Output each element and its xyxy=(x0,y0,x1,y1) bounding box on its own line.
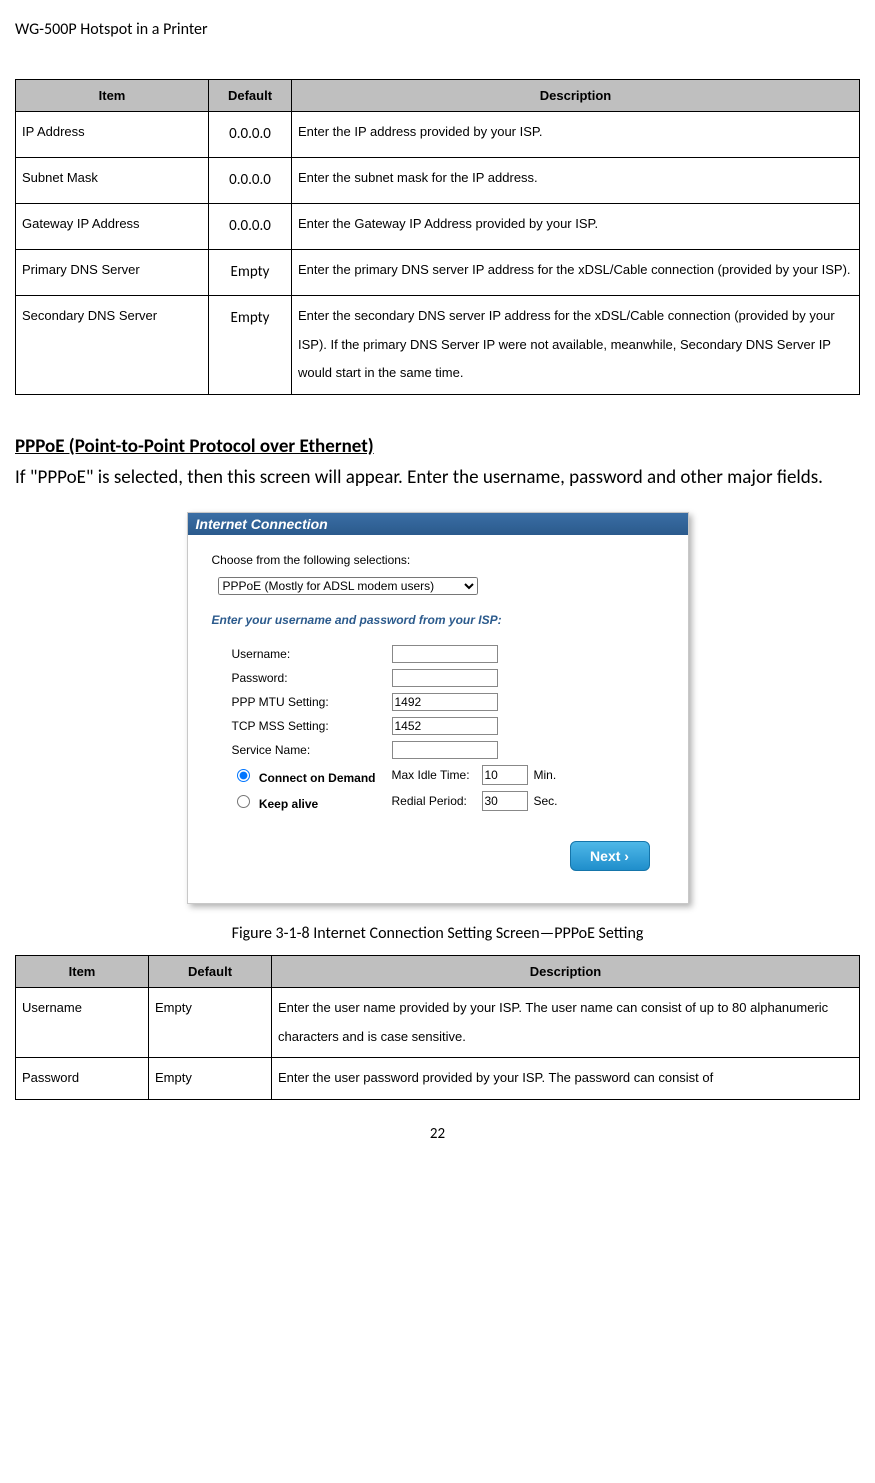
next-button[interactable]: Next › xyxy=(570,841,650,871)
choose-label: Choose from the following selections: xyxy=(212,553,664,567)
mtu-label: PPP MTU Setting: xyxy=(232,695,392,709)
connection-type-select[interactable]: PPPoE (Mostly for ADSL modem users) xyxy=(218,577,478,595)
cell-desc: Enter the Gateway IP Address provided by… xyxy=(292,204,860,250)
th-default: Default xyxy=(149,956,272,988)
internet-connection-panel: Internet Connection Choose from the foll… xyxy=(187,512,689,904)
password-input[interactable] xyxy=(392,669,498,687)
cell-desc: Enter the primary DNS server IP address … xyxy=(292,250,860,296)
cell-default: 0.0.0.0 xyxy=(209,158,292,204)
password-label: Password: xyxy=(232,671,392,685)
cell-desc: Enter the user name provided by your ISP… xyxy=(272,988,860,1058)
page-header: WG-500P Hotspot in a Printer xyxy=(15,20,860,39)
connect-on-demand-radio[interactable] xyxy=(237,769,250,782)
table-row: Subnet Mask 0.0.0.0 Enter the subnet mas… xyxy=(16,158,860,204)
cell-item: Password xyxy=(16,1058,149,1100)
cell-desc: Enter the IP address provided by your IS… xyxy=(292,112,860,158)
redial-period-input[interactable] xyxy=(482,791,528,811)
spec-table-2: Item Default Description Username Empty … xyxy=(15,955,860,1100)
table-row: IP Address 0.0.0.0 Enter the IP address … xyxy=(16,112,860,158)
username-input[interactable] xyxy=(392,645,498,663)
spec-table-1: Item Default Description IP Address 0.0.… xyxy=(15,79,860,395)
page-number: 22 xyxy=(15,1125,860,1143)
th-item: Item xyxy=(16,956,149,988)
connect-on-demand-label: Connect on Demand xyxy=(259,771,376,785)
mss-label: TCP MSS Setting: xyxy=(232,719,392,733)
keep-alive-label: Keep alive xyxy=(259,797,318,811)
th-description: Description xyxy=(292,80,860,112)
cell-desc: Enter the subnet mask for the IP address… xyxy=(292,158,860,204)
max-idle-input[interactable] xyxy=(482,765,528,785)
th-item: Item xyxy=(16,80,209,112)
table-row: Password Empty Enter the user password p… xyxy=(16,1058,860,1100)
cell-default: Empty xyxy=(209,250,292,296)
cell-default: Empty xyxy=(149,1058,272,1100)
cell-item: Subnet Mask xyxy=(16,158,209,204)
section-body-pppoe: If "PPPoE" is selected, then this screen… xyxy=(15,464,860,493)
table-row: Primary DNS Server Empty Enter the prima… xyxy=(16,250,860,296)
cell-item: Gateway IP Address xyxy=(16,204,209,250)
table-row: Username Empty Enter the user name provi… xyxy=(16,988,860,1058)
max-idle-label: Max Idle Time: xyxy=(392,768,482,782)
figure-wrap: Internet Connection Choose from the foll… xyxy=(15,512,860,904)
figure-caption: Figure 3-1-8 Internet Connection Setting… xyxy=(15,924,860,943)
th-description: Description xyxy=(272,956,860,988)
username-label: Username: xyxy=(232,647,392,661)
table-row: Secondary DNS Server Empty Enter the sec… xyxy=(16,296,860,395)
service-input[interactable] xyxy=(392,741,498,759)
keep-alive-radio[interactable] xyxy=(237,795,250,808)
table-row: Gateway IP Address 0.0.0.0 Enter the Gat… xyxy=(16,204,860,250)
cell-desc: Enter the secondary DNS server IP addres… xyxy=(292,296,860,395)
cell-desc: Enter the user password provided by your… xyxy=(272,1058,860,1100)
mtu-input[interactable] xyxy=(392,693,498,711)
cell-item: Username xyxy=(16,988,149,1058)
panel-title: Internet Connection xyxy=(188,513,688,535)
cell-default: Empty xyxy=(149,988,272,1058)
cell-item: Secondary DNS Server xyxy=(16,296,209,395)
cell-item: IP Address xyxy=(16,112,209,158)
cell-default: 0.0.0.0 xyxy=(209,204,292,250)
cell-default: Empty xyxy=(209,296,292,395)
cell-default: 0.0.0.0 xyxy=(209,112,292,158)
service-label: Service Name: xyxy=(232,743,392,757)
mss-input[interactable] xyxy=(392,717,498,735)
cell-item: Primary DNS Server xyxy=(16,250,209,296)
th-default: Default xyxy=(209,80,292,112)
redial-period-label: Redial Period: xyxy=(392,794,482,808)
redial-period-unit: Sec. xyxy=(534,794,558,808)
max-idle-unit: Min. xyxy=(534,768,557,782)
section-title-pppoe: PPPoE (Point-to-Point Protocol over Ethe… xyxy=(15,435,860,458)
isp-credentials-label: Enter your username and password from yo… xyxy=(212,613,664,627)
